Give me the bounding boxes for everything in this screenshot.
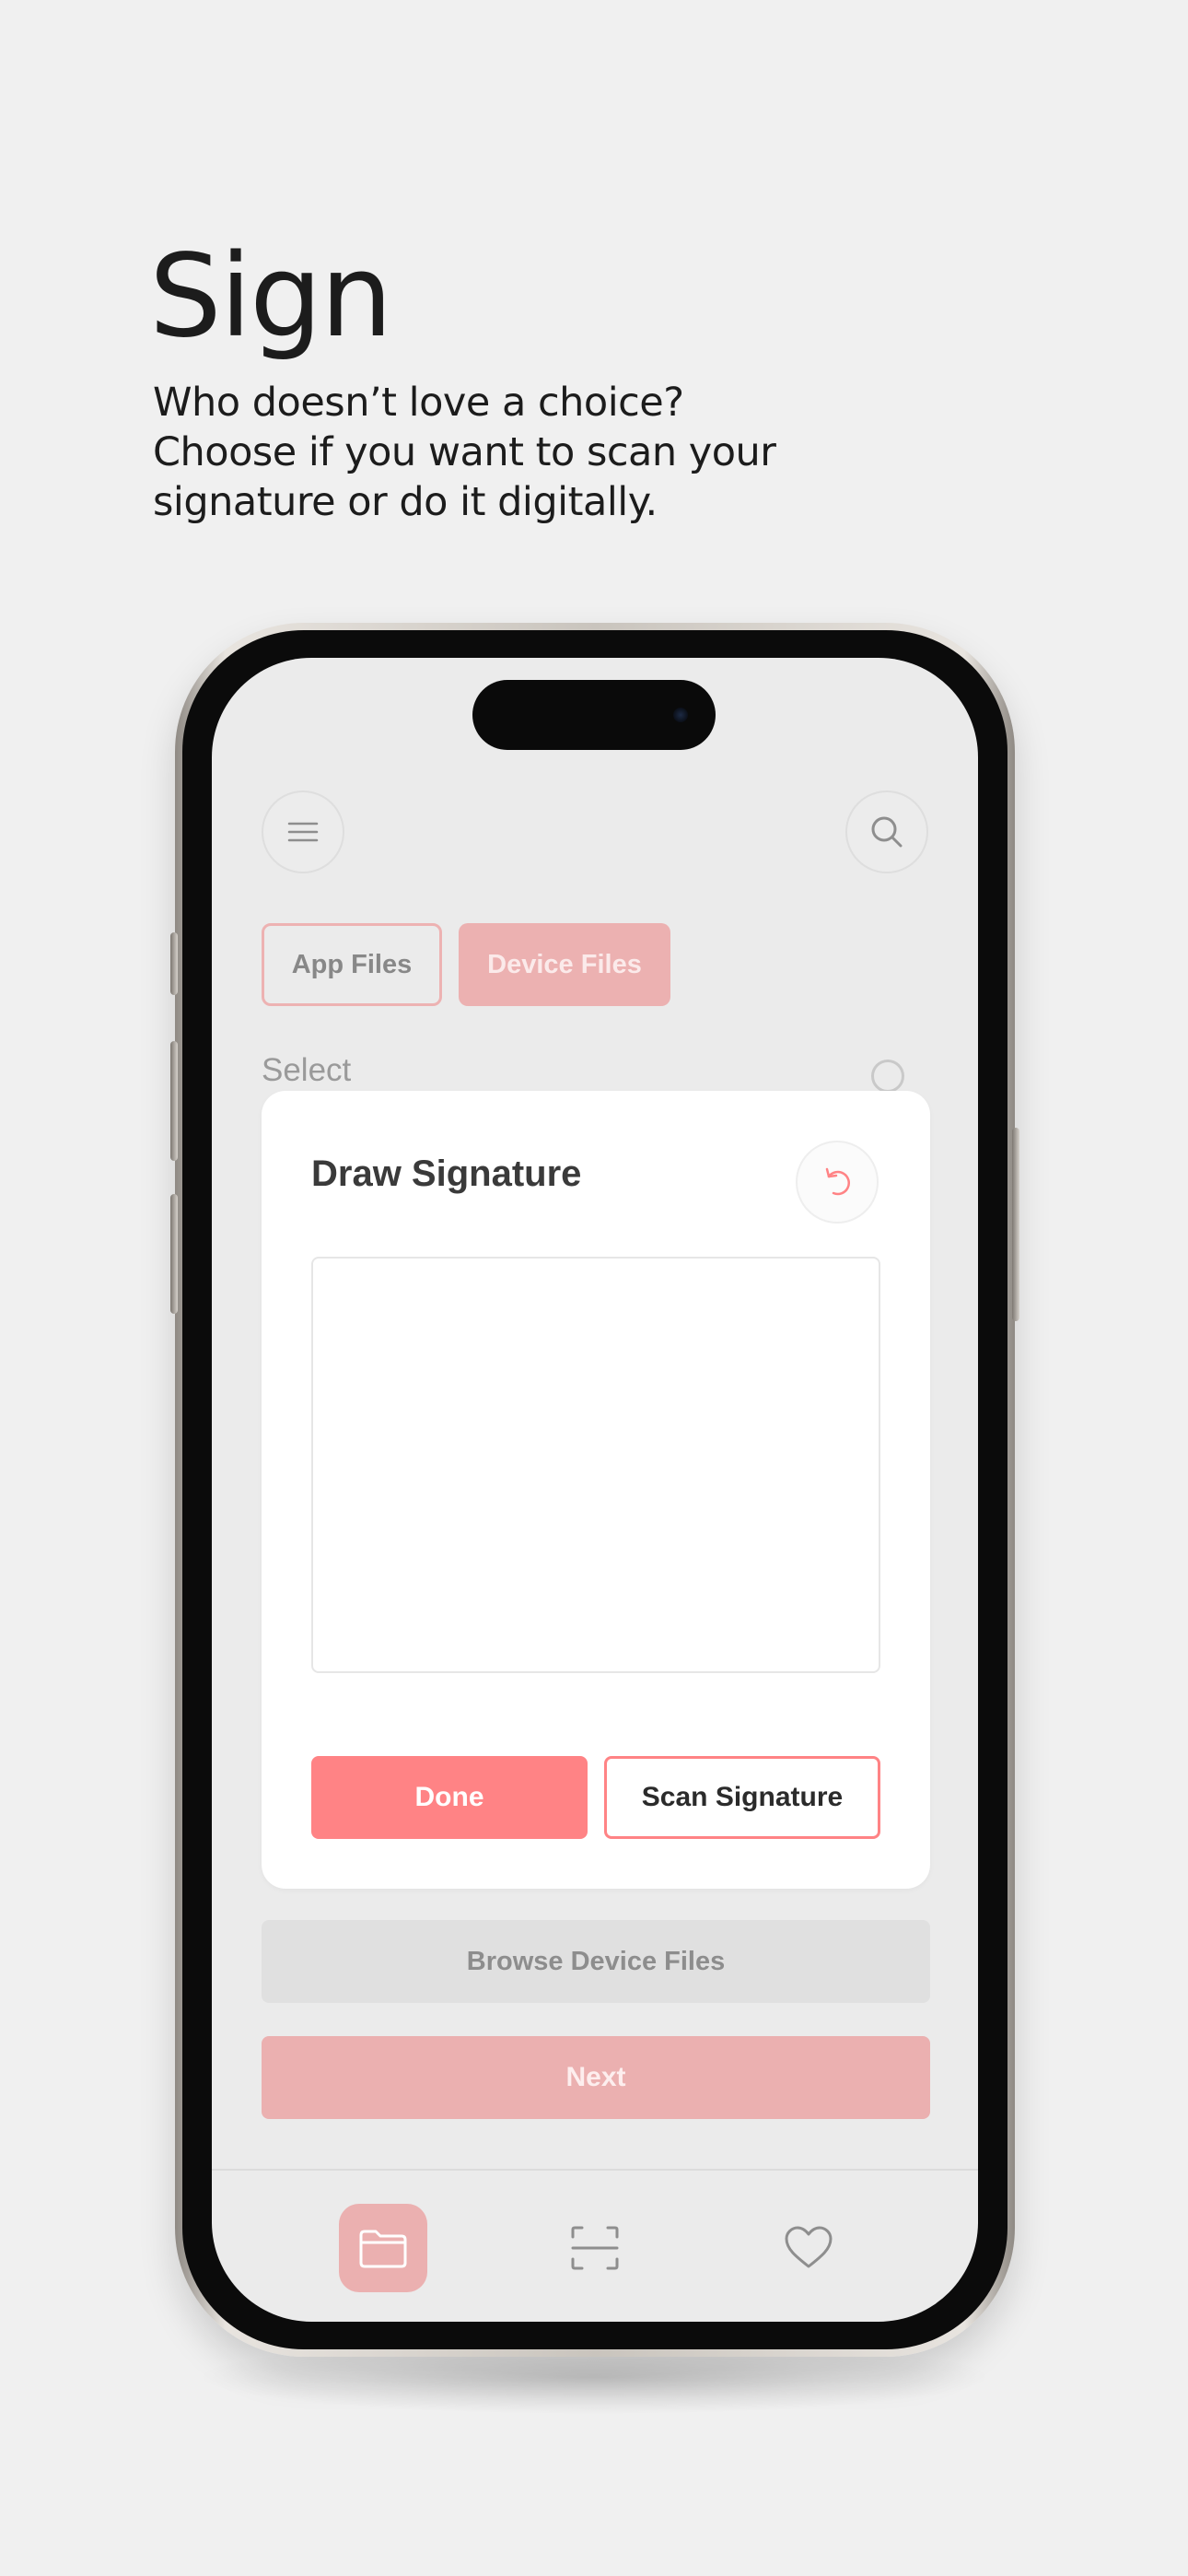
phone-action-button — [170, 932, 178, 995]
phone-volume-down — [170, 1194, 178, 1314]
nav-favorites[interactable] — [764, 2204, 853, 2292]
done-button[interactable]: Done — [311, 1756, 588, 1839]
nav-scan[interactable] — [551, 2204, 639, 2292]
folder-icon — [359, 2230, 407, 2268]
menu-button[interactable] — [262, 790, 344, 873]
page-subtitle: Who doesn’t love a choice? Choose if you… — [153, 378, 853, 527]
undo-button[interactable] — [796, 1141, 879, 1224]
signature-canvas[interactable] — [311, 1257, 880, 1673]
search-icon — [871, 816, 903, 848]
subtitle-line: signature or do it digitally. — [153, 479, 658, 525]
subtitle-line: Who doesn’t love a choice? — [153, 380, 684, 426]
bottom-nav-divider — [212, 2169, 978, 2171]
browse-device-files-button[interactable]: Browse Device Files — [262, 1920, 930, 2003]
heart-icon — [785, 2226, 833, 2268]
dynamic-island — [472, 680, 716, 750]
search-button[interactable] — [845, 790, 928, 873]
select-all-radio[interactable] — [871, 1060, 904, 1093]
page-title: Sign — [149, 230, 392, 363]
nav-files[interactable] — [339, 2204, 427, 2292]
phone-volume-up — [170, 1041, 178, 1161]
next-button[interactable]: Next — [262, 2036, 930, 2119]
hamburger-icon — [287, 822, 319, 842]
draw-signature-modal: Draw Signature Done Scan Signature — [262, 1091, 930, 1889]
undo-icon — [825, 1167, 850, 1196]
select-label: Select — [262, 1052, 352, 1088]
tab-device-files[interactable]: Device Files — [459, 923, 670, 1006]
tab-app-files[interactable]: App Files — [262, 923, 442, 1006]
front-camera — [673, 708, 688, 722]
modal-title: Draw Signature — [311, 1153, 582, 1194]
phone-screen: App Files Device Files Select Draw Signa… — [212, 658, 978, 2322]
scan-signature-button[interactable]: Scan Signature — [604, 1756, 880, 1839]
phone-power-button — [1012, 1128, 1019, 1321]
scan-frame-icon — [571, 2226, 619, 2270]
subtitle-line: Choose if you want to scan your — [153, 429, 776, 475]
